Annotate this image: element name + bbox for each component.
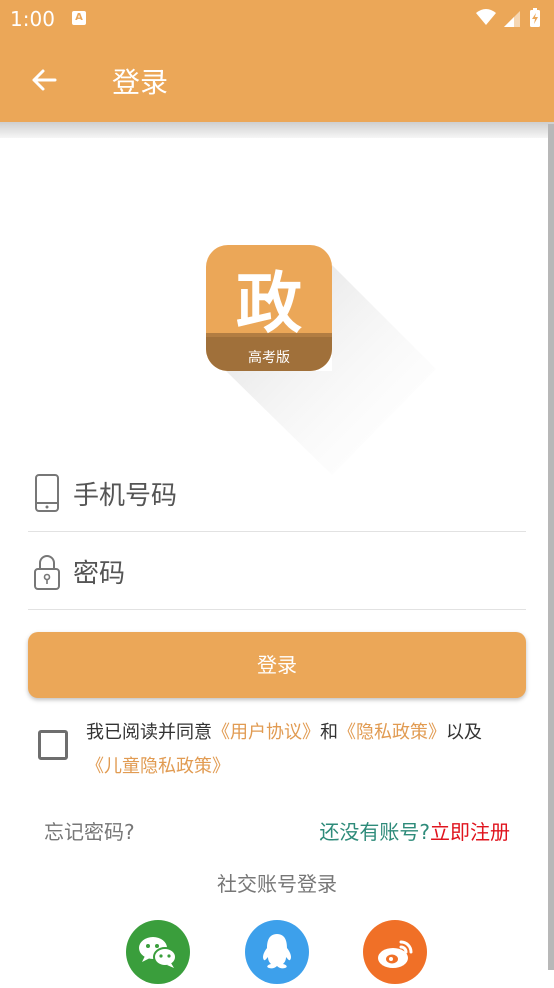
- child-privacy-policy-link[interactable]: 《儿童隐私政策》: [86, 756, 230, 777]
- weibo-login-button[interactable]: [363, 920, 427, 984]
- password-input[interactable]: 密码: [73, 553, 125, 590]
- wechat-login-button[interactable]: [126, 920, 190, 984]
- privacy-policy-link[interactable]: 《隐私政策》: [338, 722, 446, 743]
- qq-login-button[interactable]: [245, 920, 309, 984]
- logo-main-text: 政: [236, 265, 302, 342]
- phone-field[interactable]: 手机号码: [28, 455, 526, 532]
- password-field[interactable]: 密码: [28, 533, 526, 610]
- user-agreement-link[interactable]: 《用户协议》: [212, 722, 320, 743]
- agreement-prefix: 我已阅读并同意: [86, 722, 212, 743]
- agreement-and: 和: [320, 722, 338, 743]
- app-logo: 政 高考版: [206, 245, 332, 371]
- lock-icon: [34, 555, 60, 590]
- appbar-shadow: [0, 122, 554, 138]
- logo-sub-text: 高考版: [248, 350, 290, 366]
- wifi-icon: [476, 9, 496, 25]
- weibo-icon: [378, 940, 413, 968]
- phone-icon: [35, 474, 59, 512]
- register-prompt: 还没有账号?立即注册: [319, 816, 510, 845]
- page-title: 登录: [112, 66, 169, 99]
- social-login-title: 社交账号登录: [217, 872, 337, 896]
- scrollbar[interactable]: [548, 124, 554, 970]
- qq-icon: [263, 934, 291, 969]
- agreement-also: 以及: [446, 722, 482, 743]
- login-button[interactable]: 登录: [28, 632, 526, 698]
- status-time: 1:00: [10, 7, 55, 31]
- status-bar: 1:00 A: [0, 0, 554, 38]
- wechat-icon: [139, 937, 177, 968]
- register-link[interactable]: 立即注册: [430, 820, 510, 844]
- notification-icon: A: [72, 11, 86, 25]
- agreement-text: 我已阅读并同意《用户协议》和《隐私政策》以及《儿童隐私政策》: [86, 716, 526, 784]
- forgot-password-link[interactable]: 忘记密码?: [44, 816, 135, 845]
- agree-checkbox[interactable]: [38, 730, 68, 760]
- back-arrow-icon[interactable]: [28, 64, 60, 96]
- phone-input[interactable]: 手机号码: [73, 475, 177, 512]
- no-account-text: 还没有账号?: [319, 820, 430, 844]
- app-bar: 登录: [0, 38, 554, 122]
- system-icons: [476, 8, 540, 27]
